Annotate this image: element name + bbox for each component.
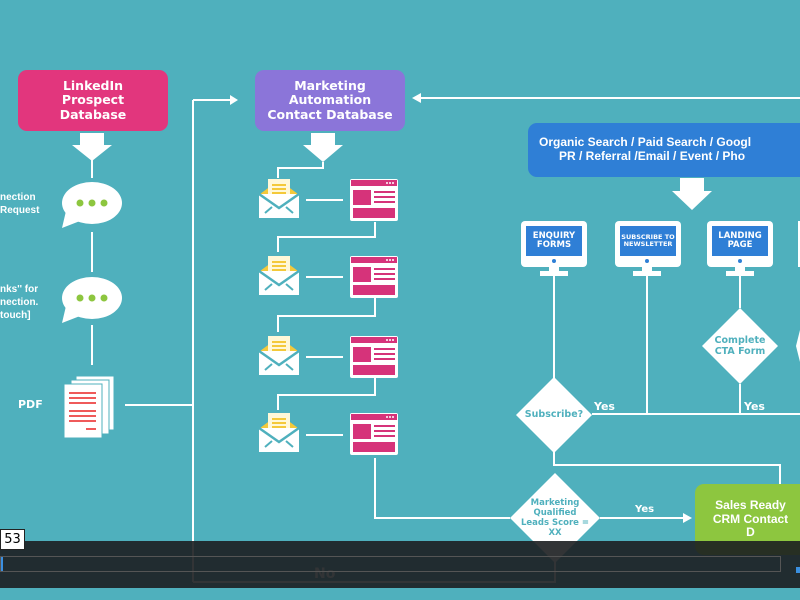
yes-label: Yes	[594, 400, 615, 413]
volume-marker[interactable]	[796, 567, 800, 573]
pdf-label: PDF	[18, 398, 43, 411]
cta-decision: Complete CTA Form	[714, 334, 766, 357]
email-icon	[258, 336, 300, 375]
yes-label: Yes	[744, 400, 765, 413]
mql-decision: Marketing Qualified Leads Score = XX	[520, 497, 590, 539]
email-icon	[258, 413, 300, 452]
monitor-stands	[540, 259, 754, 276]
seek-progress	[1, 557, 3, 571]
webpage-icon	[350, 413, 398, 455]
video-player-controls	[0, 541, 800, 588]
webpage-icon	[350, 336, 398, 378]
yes-label: Yes	[635, 504, 655, 515]
subscribe-decision: Subscribe?	[524, 409, 584, 421]
time-tooltip: 53	[0, 529, 25, 550]
pdf-document-icon	[63, 375, 115, 439]
seek-bar[interactable]	[0, 556, 781, 572]
